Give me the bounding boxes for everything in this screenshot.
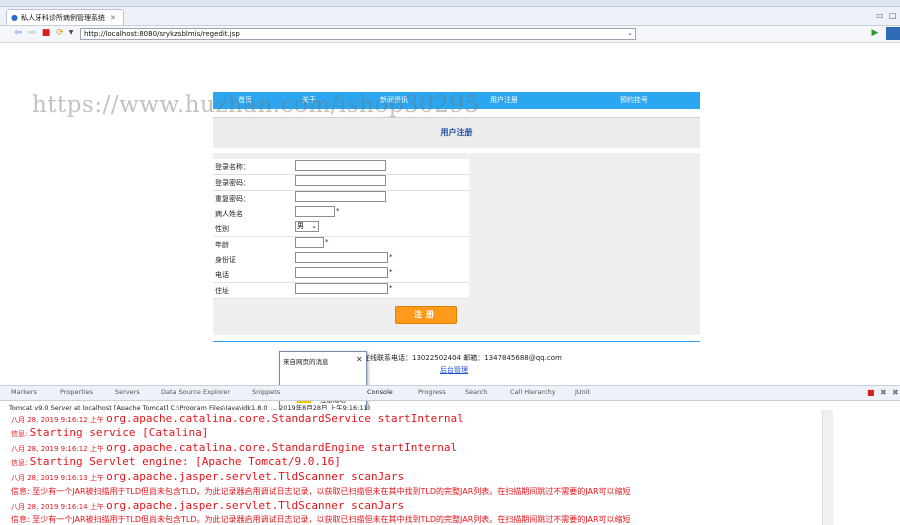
sex-select[interactable]: 男 ⌄ [295,221,319,232]
editor-tab-title: 私人牙科诊所病例管理系统 [20,13,105,22]
console-scrollbar[interactable] [822,410,833,525]
editor-tab-bar [0,7,900,26]
refresh-icon[interactable]: ⟳ [55,28,65,38]
tab-call-hierarchy[interactable]: Call Hierarchy [510,388,556,396]
nav-item-register[interactable]: 用户注册 [490,95,518,105]
address-input[interactable] [295,283,388,294]
repeat-password-input[interactable] [295,191,386,202]
back-arrow-icon[interactable]: ⇦ [13,28,23,38]
register-button[interactable]: 注册 [395,306,457,324]
form-label-patient-name: 病人姓名 [215,210,243,218]
nav-item-appointment[interactable]: 预约挂号 [620,95,648,105]
required-mark: * [325,238,329,246]
divider [213,341,700,342]
tab-progress[interactable]: Progress [418,388,446,396]
age-input[interactable] [295,237,324,248]
tab-snippets[interactable]: Snippets [252,388,280,396]
maximize-icon[interactable]: □ [889,11,897,20]
sex-select-value: 男 [297,222,304,230]
tab-data-source-explorer[interactable]: Data Source Explorer [161,388,230,396]
chevron-down-icon: ⌄ [311,222,317,230]
password-input[interactable] [295,175,386,186]
console-line: 信息: Starting service [Catalina] [11,426,209,439]
url-address-bar[interactable]: http://localhost:8080/srykzsblmis/regedi… [80,28,636,40]
tab-console[interactable]: Console [367,388,393,396]
go-icon[interactable]: ▶ [870,28,880,38]
tab-properties[interactable]: Properties [60,388,93,396]
form-label-repeat-password: 重复密码： [215,195,250,203]
required-mark: * [389,284,393,292]
console-line: 信息: 至少有一个JAR被扫描用于TLD但尚未包含TLD。为此记录器启用调试日志… [11,487,631,496]
form-row [213,221,469,237]
dialog-close-icon[interactable]: ✕ [356,355,363,364]
form-label-sex: 性别 [215,225,229,233]
console-line: 信息: Starting Servlet engine: [Apache Tom… [11,455,341,468]
id-card-input[interactable] [295,252,388,263]
footer-contact: 在线联系电话：13022502404 邮箱：1347845688@qq.com [363,354,562,362]
console-line: 八月 28, 2019 9:16:13 上午 org.apache.jasper… [11,470,405,483]
tab-markers[interactable]: Markers [11,388,37,396]
patient-name-input[interactable] [295,206,335,217]
form-label-address: 住址 [215,287,229,295]
phone-input[interactable] [295,267,388,278]
form-label-login-name: 登录名称： [215,163,250,171]
open-browser-icon[interactable] [886,27,900,40]
required-mark: * [336,207,340,215]
form-label-id-card: 身份证 [215,256,236,264]
terminate-icon[interactable]: ■ [867,388,875,397]
console-line: 八月 28, 2019 9:16:12 上午 org.apache.catali… [11,441,458,454]
console-line: 八月 28, 2019 9:16:12 上午 org.apache.catali… [11,412,464,425]
editor-tab[interactable]: ● 私人牙科诊所病例管理系统 ✕ [6,9,124,25]
minimize-icon[interactable]: ▭ [876,11,884,20]
globe-icon: ● [11,13,18,22]
form-label-password: 登录密码： [215,179,250,187]
dropdown-icon[interactable]: ▼ [66,28,76,38]
url-dropdown-icon[interactable]: ⌄ [627,29,633,37]
tab-close-icon[interactable]: ✕ [110,14,116,22]
form-label-age: 年龄 [215,241,229,249]
page-title: 用户注册 [440,128,473,137]
forward-arrow-icon[interactable]: ⇨ [27,28,37,38]
tab-search[interactable]: Search [465,388,487,396]
tab-junit[interactable]: JUnit [575,388,590,396]
console-line: 八月 28, 2019 9:16:14 上午 org.apache.jasper… [11,499,405,512]
tab-servers[interactable]: Servers [115,388,140,396]
login-name-input[interactable] [295,160,386,171]
remove-launch-icon[interactable]: ✖ [880,388,887,397]
required-mark: * [389,268,393,276]
stop-icon[interactable]: ■ [41,28,51,38]
form-row [213,206,469,222]
dialog-title: 来自网页的消息 [283,358,329,366]
required-mark: * [389,253,393,261]
remove-all-icon[interactable]: ✖ [892,388,899,397]
watermark-text: https://www.huzhan.com/ishop30295 [32,92,480,118]
window-top-strip [0,0,900,7]
form-label-phone: 电话 [215,271,229,279]
admin-link[interactable]: 后台管理 [440,365,468,375]
console-line: 信息: 至少有一个JAR被扫描用于TLD但尚未包含TLD。为此记录器启用调试日志… [11,515,631,524]
form-row [213,237,469,253]
